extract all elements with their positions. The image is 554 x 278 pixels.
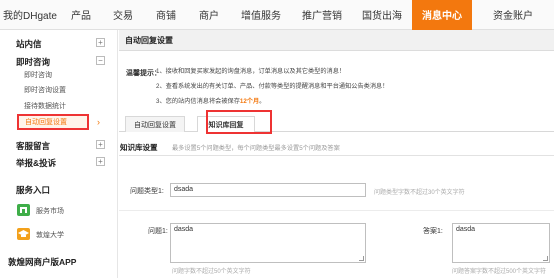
main-content: 自动回复设置 温馨提示： 1、接收和回复买家发起的询盘消息，订单消息以及其它类型… <box>118 30 554 278</box>
tip-text: 。 <box>259 98 266 105</box>
nav-promotion-marketing[interactable]: 推广营销 <box>292 0 352 30</box>
expand-icon[interactable]: + <box>96 140 105 149</box>
nav-message-center[interactable]: 消息中心 <box>412 0 472 30</box>
sidebar: 站内信 + 即时咨询 − 即时咨询 即时咨询设置 接待数据统计 自动回复设置 ›… <box>0 30 118 278</box>
answer-textarea[interactable]: dasda <box>452 223 550 263</box>
dunhuang-university-icon <box>17 228 30 240</box>
question-label: 问题1: <box>148 228 168 235</box>
question-hint: 问题字数不超过50个英文字符 <box>172 269 251 275</box>
question-type-label: 问题类型1: <box>130 188 164 195</box>
sidebar-item-report-complaint[interactable]: 举报&投诉 <box>16 157 56 169</box>
sidebar-subitem-inquiry-settings[interactable]: 即时咨询设置 <box>24 85 66 95</box>
question-textarea[interactable]: dasda <box>170 223 366 263</box>
sidebar-section-mobile-app: 敦煌网商户版APP <box>8 257 77 267</box>
divider <box>119 155 554 156</box>
expand-icon[interactable]: + <box>96 38 105 47</box>
sidebar-subitem-auto-reply-settings[interactable]: 自动回复设置 <box>17 114 89 130</box>
tip-highlight: 12个月 <box>239 98 260 105</box>
tip-text: 3、您的站内信消息将会被保存 <box>156 98 240 105</box>
chevron-right-icon: › <box>97 117 100 127</box>
service-market-icon <box>17 204 30 216</box>
divider <box>119 210 554 211</box>
sidebar-section-service-entry: 服务入口 <box>16 185 51 195</box>
sidebar-item-station-letter[interactable]: 站内信 <box>16 38 42 50</box>
sidebar-subitem-reception-stats[interactable]: 接待数据统计 <box>24 101 66 111</box>
question-type-hint: 问题类型字数不超过30个英文字符 <box>374 190 465 196</box>
sidebar-subitem-instant-inquiry[interactable]: 即时咨询 <box>24 70 52 80</box>
answer-label: 答案1: <box>423 228 443 235</box>
sidebar-subitem-label: 自动回复设置 <box>25 119 67 126</box>
sidebar-link-service-market[interactable]: 服务市场 <box>36 206 64 216</box>
question-text: dasda <box>174 226 194 233</box>
tab-auto-reply-settings[interactable]: 自动回复设置 <box>125 116 185 132</box>
tip-line: 1、接收和回复买家发起的询盘消息，订单消息以及其它类型的消息！ <box>156 68 346 75</box>
page-title: 自动回复设置 <box>119 30 554 51</box>
question-type-input[interactable]: dsada <box>170 183 366 197</box>
resize-handle-icon[interactable] <box>359 256 364 261</box>
tip-line: 2、查看系统发出的有关订单、产品、付款等类型的提醒消息和平台通知公告类消息！ <box>156 83 389 90</box>
tab-bar: 自动回复设置 知识库回复 <box>119 116 554 132</box>
expand-icon[interactable]: + <box>96 157 105 166</box>
sidebar-link-dunhuang-university[interactable]: 敦煌大学 <box>36 230 64 240</box>
nav-merchant[interactable]: 商户 <box>188 0 230 30</box>
nav-domestic-goods-overseas[interactable]: 国货出海 <box>352 0 412 30</box>
top-navigation-bar: 我的DHgate 产品 交易 商铺 商户 增值服务 推广营销 国货出海 消息中心… <box>0 0 554 30</box>
resize-handle-icon[interactable] <box>543 256 548 261</box>
sidebar-item-instant-inquiry[interactable]: 即时咨询 <box>16 56 50 68</box>
knowledge-base-description: 最多设置5个问题类型，每个问题类型最多设置5个问题及答案 <box>172 145 340 152</box>
tip-line: 3、您的站内信消息将会被保存12个月。 <box>156 96 265 105</box>
nav-trade[interactable]: 交易 <box>102 0 144 30</box>
nav-my-dhgate[interactable]: 我的DHgate <box>0 0 60 30</box>
answer-hint: 问题答案字数不超过500个英文字符 <box>452 269 547 275</box>
answer-text: dasda <box>456 226 476 233</box>
nav-funds-account[interactable]: 资金账户 <box>472 0 554 30</box>
knowledge-base-title: 知识库设置 <box>120 143 158 152</box>
tab-highlight-box <box>206 110 272 134</box>
nav-store[interactable]: 商铺 <box>144 0 188 30</box>
nav-products[interactable]: 产品 <box>60 0 102 30</box>
sidebar-item-customer-message[interactable]: 客服留言 <box>16 140 50 152</box>
nav-value-added-services[interactable]: 增值服务 <box>230 0 292 30</box>
collapse-icon[interactable]: − <box>96 56 105 65</box>
